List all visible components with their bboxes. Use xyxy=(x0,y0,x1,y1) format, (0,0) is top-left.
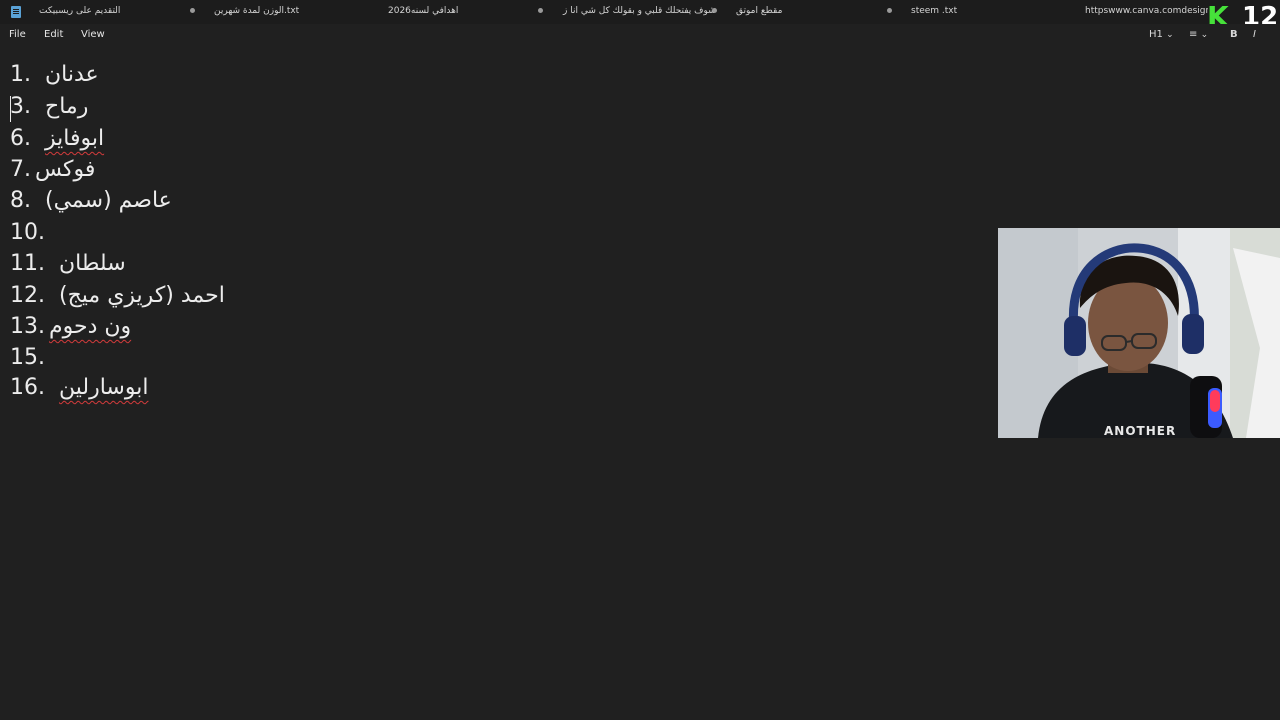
tab-7[interactable]: httpswww.canva.comdesignDAH xyxy=(1068,0,1208,24)
menu-bar: File Edit View H1 ⌄ ≡ ⌄ B I xyxy=(0,24,1280,48)
line-text: ابوفايز xyxy=(45,126,105,151)
menu-view[interactable]: View xyxy=(81,29,105,40)
list-item: 13. ون دحوم xyxy=(10,312,131,342)
tab-title: اهدافي لسنه2026 xyxy=(388,6,459,16)
unsaved-dot-icon xyxy=(538,8,543,13)
line-text: عدنان xyxy=(45,62,99,87)
tab-2[interactable]: الوزن لمدة شهرين.txt xyxy=(197,0,371,24)
tab-title: steem .txt xyxy=(911,6,958,16)
notepad-app-icon xyxy=(11,6,21,18)
tab-title: httpswww.canva.comdesignDAH xyxy=(1085,6,1208,16)
list-item: 6. ابوفايز xyxy=(10,124,104,154)
unsaved-dot-icon xyxy=(712,8,717,13)
line-text: احمد (كريزي ميج) xyxy=(59,283,225,308)
heading-dropdown[interactable]: H1 ⌄ xyxy=(1149,29,1174,40)
tab-title: الوزن لمدة شهرين.txt xyxy=(214,6,300,16)
list-item: 3. رماح xyxy=(10,92,88,122)
line-text: سلطان xyxy=(59,251,126,276)
webcam-feed-image xyxy=(998,228,1280,438)
list-item: 10. xyxy=(10,218,59,248)
line-number: 12. xyxy=(10,283,45,308)
line-number: 6. xyxy=(10,126,31,151)
list-item: 1. عدنان xyxy=(10,60,99,90)
list-item: 7. فوكس xyxy=(10,155,95,185)
webcam-overlay: ANOTHER xyxy=(998,228,1280,438)
bold-button[interactable]: B xyxy=(1230,29,1238,40)
line-text: رماح xyxy=(45,94,89,119)
line-number: 7. xyxy=(10,157,31,182)
heading-label: H1 xyxy=(1149,29,1163,40)
line-number: 1. xyxy=(10,62,31,87)
italic-button[interactable]: I xyxy=(1253,29,1256,40)
chevron-down-icon: ⌄ xyxy=(1200,30,1209,40)
tab-title: التقديم على ريسبيكت xyxy=(39,6,121,16)
line-text: ابوسارلين xyxy=(59,375,149,400)
line-number: 15. xyxy=(10,345,45,370)
line-text: عاصم (سمي) xyxy=(45,188,172,213)
unsaved-dot-icon xyxy=(190,8,195,13)
tab-strip: التقديم على ريسبيكت الوزن لمدة شهرين.txt… xyxy=(0,0,1280,32)
line-number: 16. xyxy=(10,375,45,400)
unsaved-dot-icon xyxy=(887,8,892,13)
list-item: 8. عاصم (سمي) xyxy=(10,186,172,216)
line-number: 10. xyxy=(10,220,45,245)
tab-4[interactable]: شوف يفتحلك قلبي و بقولك كل شي انا ز xyxy=(546,0,720,24)
list-item: 16. ابوسارلين xyxy=(10,373,148,403)
line-number: 3. xyxy=(10,94,31,119)
shirt-text: ANOTHER xyxy=(1104,424,1177,438)
list-icon: ≡ xyxy=(1189,29,1198,40)
tab-title: مقطع اموتق xyxy=(736,6,783,16)
line-number: 11. xyxy=(10,251,45,276)
text-caret xyxy=(10,96,11,122)
list-item: 12. احمد (كريزي ميج) xyxy=(10,281,225,311)
tab-6[interactable]: steem .txt xyxy=(894,0,1068,24)
line-text: فوكس xyxy=(35,157,96,182)
list-dropdown[interactable]: ≡ ⌄ xyxy=(1189,29,1208,40)
tab-1[interactable]: التقديم على ريسبيكت xyxy=(22,0,196,24)
menu-file[interactable]: File xyxy=(9,29,26,40)
line-text: ون دحوم xyxy=(49,314,132,339)
list-item: 11. سلطان xyxy=(10,249,126,279)
tab-5[interactable]: مقطع اموتق xyxy=(720,0,894,24)
list-item: 15. xyxy=(10,343,59,373)
line-number: 13. xyxy=(10,314,45,339)
tab-3[interactable]: اهدافي لسنه2026 xyxy=(371,0,545,24)
line-number: 8. xyxy=(10,188,31,213)
menu-edit[interactable]: Edit xyxy=(44,29,63,40)
chevron-down-icon: ⌄ xyxy=(1166,30,1174,40)
tab-title: شوف يفتحلك قلبي و بقولك كل شي انا ز xyxy=(563,6,716,16)
